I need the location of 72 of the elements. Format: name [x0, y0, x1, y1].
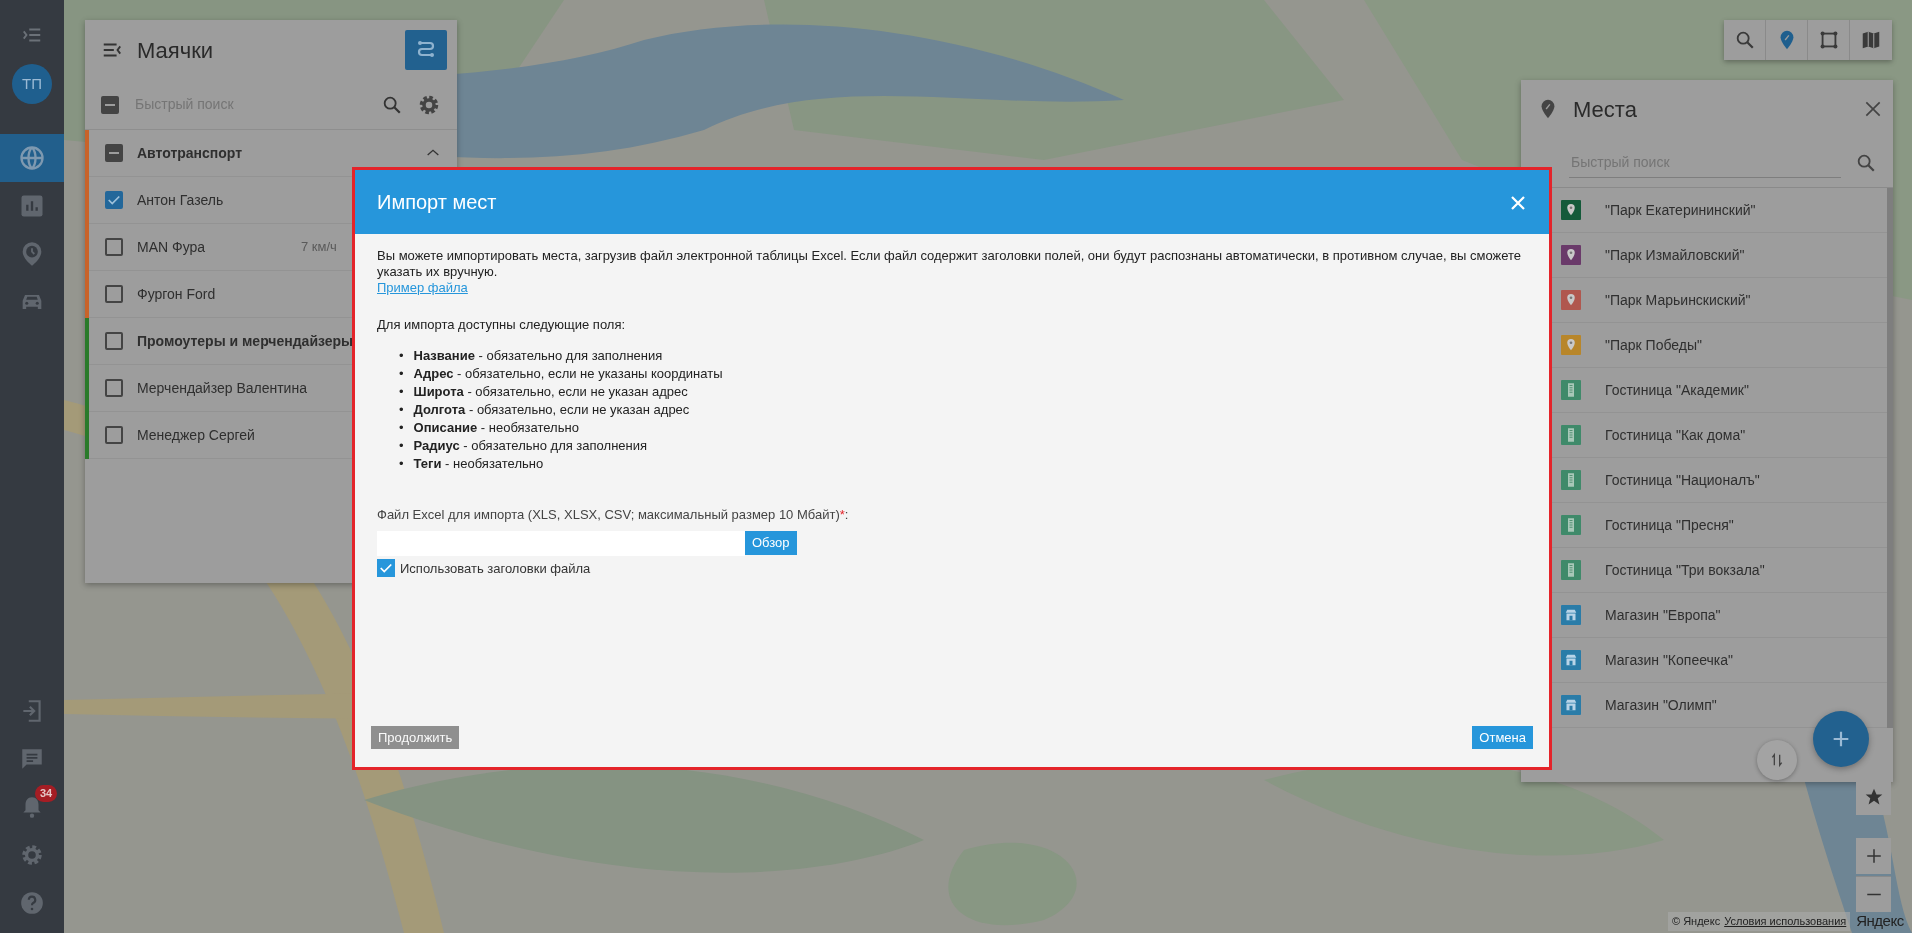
- beacon-name[interactable]: Менеджер Сергей: [137, 424, 255, 446]
- beacon-checkbox[interactable]: [105, 238, 123, 256]
- terms-link[interactable]: Условия использования: [1724, 913, 1847, 930]
- map-icon: [1860, 29, 1882, 51]
- sample-file-link[interactable]: Пример файла: [377, 280, 468, 295]
- bullet: •: [399, 455, 404, 473]
- field-description: Радиус - обязательно для заполнения: [413, 437, 648, 455]
- favorites-button[interactable]: [1856, 779, 1891, 815]
- field-description: Адрес - обязательно, если не указаны координаты: [413, 365, 723, 383]
- field-description: Широта - обязательно, если не указан адрес: [413, 383, 688, 401]
- place-name: Магазин "Европа": [1605, 605, 1721, 625]
- field-description: Описание - необязательно: [413, 419, 579, 437]
- file-input-field[interactable]: [377, 530, 745, 556]
- group-name[interactable]: Автотранспорт: [137, 142, 411, 164]
- settings-icon[interactable]: [19, 842, 45, 868]
- close-icon: [1509, 193, 1527, 212]
- routes-button[interactable]: [405, 30, 447, 70]
- use-headers-checkbox[interactable]: [377, 559, 395, 578]
- close-icon[interactable]: [1863, 99, 1883, 119]
- bullet: •: [399, 383, 404, 401]
- place-name: Магазин "Копеечка": [1605, 650, 1733, 670]
- browse-button[interactable]: Обзор: [745, 531, 797, 555]
- bullet: •: [399, 419, 404, 437]
- place-name: Гостиница "Три вокзала": [1605, 560, 1765, 580]
- beacon-checkbox[interactable]: [105, 426, 123, 444]
- dialog-title: Импорт мест: [377, 190, 497, 215]
- bullet: •: [399, 347, 404, 365]
- copyright-text: © Яндекс: [1672, 914, 1721, 929]
- fields-intro-text: Для импорта доступны следующие поля:: [377, 317, 627, 333]
- place-name: Магазин "Олимп": [1605, 695, 1717, 715]
- field-description: Теги - необязательно: [413, 455, 544, 473]
- beacon-name[interactable]: MAN Фура: [137, 236, 287, 258]
- place-name: Гостиница "Пресня": [1605, 515, 1734, 535]
- bullet: •: [399, 365, 404, 383]
- beacon-name[interactable]: Мерчендайзер Валентина: [137, 377, 307, 399]
- place-name: "Парк Екатерининский": [1605, 200, 1756, 220]
- nav-button[interactable]: [0, 134, 64, 182]
- group-checkbox[interactable]: [105, 332, 123, 350]
- bullet: •: [399, 401, 404, 419]
- beacon-checkbox[interactable]: [105, 285, 123, 303]
- select-all-checkbox[interactable]: [101, 95, 119, 114]
- place-name: Гостиница "Как дома": [1605, 425, 1746, 445]
- panel-title: Маячки: [137, 36, 215, 65]
- beacon-checkbox[interactable]: [105, 379, 123, 397]
- cancel-button[interactable]: Отмена: [1472, 726, 1533, 749]
- help-icon[interactable]: [19, 890, 45, 916]
- intro-text: Вы можете импортировать места, загрузив файл электронной таблицы Excel. Если файл содержит заголовки полей, они будут распознаны автоматически, в противном случае, вы сможете указать их вручную.: [377, 248, 1523, 280]
- place-name: "Парк Победы": [1605, 335, 1702, 355]
- beacon-name[interactable]: Антон Газель: [137, 189, 224, 211]
- place-name: "Парк Марьинскиский": [1605, 290, 1751, 310]
- map-logo: Яндекс: [1856, 911, 1904, 931]
- beacon-name[interactable]: Фургон Ford: [137, 283, 216, 305]
- field-description: Название - обязательно для заполнения: [413, 347, 663, 365]
- bullet: •: [399, 437, 404, 455]
- panel-title: Места: [1573, 95, 1638, 124]
- speed-text: 7 км/ч: [301, 238, 337, 257]
- zoom-in-button[interactable]: [1856, 838, 1891, 874]
- place-name: Гостиница "Академик": [1605, 380, 1749, 400]
- sort-icon: [1769, 752, 1785, 768]
- beacon-checkbox[interactable]: [105, 191, 123, 209]
- user-avatar[interactable]: ТП: [12, 64, 52, 104]
- file-field-label: Файл Excel для импорта (XLS, XLSX, CSV; максимальный размер 10 Мбайт)*:: [377, 506, 850, 524]
- checkbox-label: Использовать заголовки файла: [400, 559, 591, 578]
- group-checkbox[interactable]: [105, 144, 123, 162]
- place-name: "Парк Измайловский": [1605, 245, 1745, 265]
- place-name: Гостиница "Националъ": [1605, 470, 1760, 490]
- globe-icon: [18, 144, 46, 172]
- plus-icon: [1864, 847, 1883, 865]
- notification-badge: 34: [35, 785, 58, 802]
- minus-icon: [1864, 893, 1883, 896]
- check-icon: [107, 193, 121, 207]
- field-description: Долгота - обязательно, если не указан адрес: [413, 401, 690, 419]
